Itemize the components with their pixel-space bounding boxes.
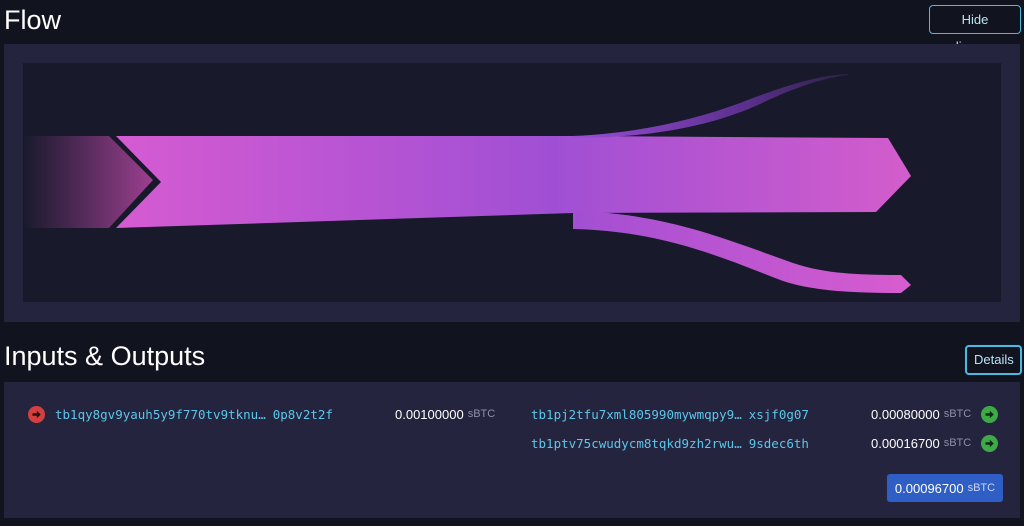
output-amount-unit: sBTC — [943, 437, 972, 449]
output-address-start[interactable]: tb1ptv75cwudycm8tqkd9zh2rwu… — [531, 436, 742, 451]
input-address-start[interactable]: tb1qy8gv9yauh5y9f770tv9tknu… — [55, 407, 266, 422]
input-amount-value: 0.00100000 — [395, 406, 464, 422]
output-amount: 0.00080000 sBTC — [871, 404, 971, 424]
arrow-right-circle-icon[interactable] — [981, 434, 998, 452]
page: Flow Hide diagram — [0, 0, 1024, 526]
output-address-link[interactable]: tb1ptv75cwudycm8tqkd9zh2rwu… 9sdec6th — [531, 433, 809, 453]
fee-flow — [573, 74, 848, 138]
input-amount-unit: sBTC — [467, 408, 496, 420]
arrow-right-circle-icon[interactable] — [981, 405, 998, 423]
total-amount-value: 0.00096700 — [894, 480, 964, 496]
output-row — [981, 404, 998, 424]
hide-diagram-button[interactable]: Hide diagram — [929, 5, 1021, 54]
main-flow — [116, 136, 911, 228]
flow-diagram-panel — [4, 44, 1020, 322]
arrow-right-circle-icon[interactable] — [28, 405, 45, 423]
details-button[interactable]: Details — [965, 345, 1022, 375]
bottom-strip — [0, 518, 1024, 526]
flow-section-title: Flow — [4, 5, 62, 35]
output-address-end[interactable]: 9sdec6th — [749, 436, 809, 451]
change-output-flow — [573, 211, 911, 293]
input-amount: 0.00100000 sBTC — [395, 404, 495, 424]
inputs-outputs-section-title: Inputs & Outputs — [4, 341, 206, 371]
flow-diagram — [23, 63, 1001, 302]
output-amount: 0.00016700 sBTC — [871, 433, 971, 453]
output-address-link[interactable]: tb1pj2tfu7xml805990mywmqpy9… xsjf0g07 — [531, 404, 809, 424]
inputs-outputs-panel: tb1qy8gv9yauh5y9f770tv9tknu… 0p8v2t2f 0.… — [4, 382, 1020, 518]
input-row — [28, 404, 45, 424]
flow-diagram-svg — [23, 74, 911, 293]
output-row — [981, 433, 998, 453]
output-amount-unit: sBTC — [943, 408, 972, 420]
total-amount-unit: sBTC — [967, 482, 996, 494]
total-amount-badge: 0.00096700 sBTC — [887, 474, 1003, 502]
output-address-end[interactable]: xsjf0g07 — [749, 407, 809, 422]
output-amount-value: 0.00016700 — [871, 435, 940, 451]
input-address-end[interactable]: 0p8v2t2f — [273, 407, 333, 422]
output-address-start[interactable]: tb1pj2tfu7xml805990mywmqpy9… — [531, 407, 742, 422]
output-amount-value: 0.00080000 — [871, 406, 940, 422]
input-address-link[interactable]: tb1qy8gv9yauh5y9f770tv9tknu… 0p8v2t2f — [55, 404, 333, 424]
